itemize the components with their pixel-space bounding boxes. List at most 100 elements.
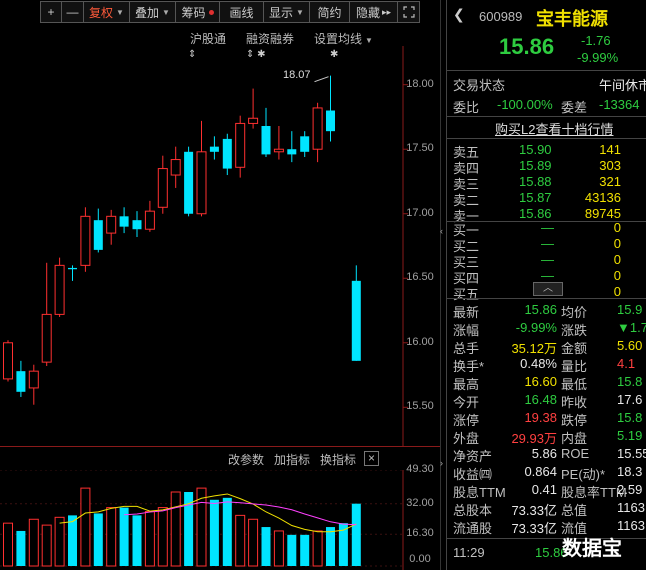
stat-value: 16.48 (524, 392, 557, 407)
stat-value: 1163 (617, 500, 645, 515)
candle-body (273, 148, 284, 153)
zoom-out-button[interactable]: — (62, 1, 84, 23)
collapse-arrow-icon[interactable]: ‹ (440, 226, 443, 236)
volume-bar (132, 515, 142, 566)
zoom-in-button[interactable]: + (40, 1, 62, 23)
volume-axis-label: 0.00 (409, 553, 431, 565)
volume-bar (28, 518, 39, 567)
candle-body (41, 313, 52, 363)
change-param-button[interactable]: 改参数 (228, 451, 264, 468)
order-price: — (541, 268, 554, 283)
volume-bar (338, 523, 348, 566)
xianshi-label: 显示 (269, 5, 294, 20)
candle-body (184, 151, 194, 214)
stat-value: 4.1 (617, 356, 636, 371)
expand-arrow-icon[interactable]: › (440, 458, 443, 468)
volume-bar (300, 534, 310, 566)
trade-status-value: 午间休市 (599, 78, 646, 93)
candle-body (144, 210, 155, 230)
huaxian-button[interactable]: 画线 (220, 1, 264, 23)
volume-ma-line (59, 493, 357, 533)
stat-value: 17.6 (617, 392, 643, 407)
stat-row: 换手* 0.48% 量比 4.1 (447, 355, 646, 374)
candle-body (132, 220, 142, 230)
weibi-value: -100.00% (497, 97, 553, 112)
volume-bar (41, 524, 52, 567)
quote-panel: ❮ 600989 宝丰能源 15.86 -1.76 -9.99% 交易状态 午间… (446, 0, 646, 570)
chart-toolbar: + — 复权 ▼ 叠加 ▼ 筹码 画线 显示 ▼ 简约 隐藏 ▸▸ (40, 1, 420, 23)
volume-bar (248, 518, 259, 567)
volume-bar (222, 497, 232, 566)
candle-body (119, 216, 129, 227)
fullscreen-icon (402, 6, 415, 18)
candle-body (326, 110, 335, 132)
price-axis-label: 17.50 (406, 142, 434, 155)
divider (447, 138, 646, 139)
candle-body (80, 215, 91, 266)
order-price: 15.89 (519, 158, 552, 173)
candle-body (300, 136, 310, 152)
hgt-indicator[interactable]: 沪股通 (190, 30, 226, 47)
volume-bar (80, 487, 91, 567)
candlestick-chart[interactable] (0, 46, 440, 446)
candle-body (68, 267, 77, 270)
stat-row: 总股本 73.33亿 总值 1163 (447, 499, 646, 518)
diejia-label: 叠加 (135, 5, 160, 20)
candle-body (196, 151, 207, 215)
stat-row: 涨幅 -9.99% 涨跌 ▼1.7 (447, 319, 646, 338)
candle-body (351, 280, 361, 361)
candle-body (106, 215, 117, 234)
price-pct: -9.99% (577, 50, 619, 65)
stat-label: ROE (561, 446, 590, 461)
candle-body (222, 138, 232, 169)
chevron-down-icon: ▼ (162, 7, 170, 17)
stat-label: 流通股 (453, 521, 493, 536)
order-volume: 0 (613, 236, 621, 251)
switch-indicator-button[interactable]: 换指标 (320, 451, 356, 468)
divider (447, 298, 646, 299)
order-price: — (541, 236, 554, 251)
chevron-down-icon: ▼ (116, 7, 124, 17)
ma-setting-label: 设置均线 (314, 32, 363, 46)
chevron-down-icon: ▼ (296, 7, 304, 17)
stat-row: 股息TTM 0.41 股息率TTM 2.59 (447, 481, 646, 500)
rzrq-indicator[interactable]: 融资融券 (246, 30, 294, 47)
add-indicator-button[interactable]: 加指标 (274, 451, 310, 468)
stat-value: 15.55 (617, 446, 646, 461)
jianyue-button[interactable]: 简约 (310, 1, 350, 23)
volume-bar (326, 527, 335, 566)
l2-purchase-link[interactable]: 购买L2查看十档行情 (495, 119, 613, 138)
ma-setting-button[interactable]: 设置均线 ▼ (314, 30, 373, 47)
candle-body (3, 342, 13, 380)
volume-chart[interactable] (0, 470, 440, 570)
pane-divider (0, 446, 440, 447)
high-price-annotation: 18.07 (283, 69, 311, 81)
stat-value: 15.8 (617, 374, 643, 389)
fuquan-button[interactable]: 复权 ▼ (84, 1, 130, 23)
order-volume: 0 (613, 220, 621, 235)
order-volume: 0 (613, 268, 621, 283)
weicha-label: 委差 (561, 100, 588, 115)
stat-value: 1163 (617, 518, 645, 533)
xianshi-button[interactable]: 显示 ▼ (264, 1, 310, 23)
chouma-button[interactable]: 筹码 (176, 1, 220, 23)
order-volume: 303 (599, 158, 621, 173)
price-change: -1.76 (581, 33, 611, 48)
notification-dot-icon (208, 9, 214, 15)
close-indicator-button[interactable]: × (364, 451, 379, 466)
collapse-orderbook-button[interactable]: ︿ (533, 282, 563, 296)
yincang-button[interactable]: 隐藏 ▸▸ (350, 1, 398, 23)
back-chevron-icon[interactable]: ❮ (453, 6, 465, 23)
stat-value: 0.864 (524, 464, 557, 479)
order-price: 15.87 (519, 190, 552, 205)
stat-value: 15.86 (524, 302, 557, 317)
stat-value: 5.60 (617, 338, 643, 353)
stat-value: ▼1.7 (617, 320, 646, 335)
yincang-label: 隐藏 (355, 5, 380, 20)
diejia-button[interactable]: 叠加 ▼ (130, 1, 176, 23)
stock-code: 600989 (479, 9, 523, 24)
fullscreen-button[interactable] (398, 1, 420, 23)
stat-value: 5.19 (617, 428, 643, 443)
volume-bar (351, 503, 361, 566)
divider (447, 116, 646, 117)
